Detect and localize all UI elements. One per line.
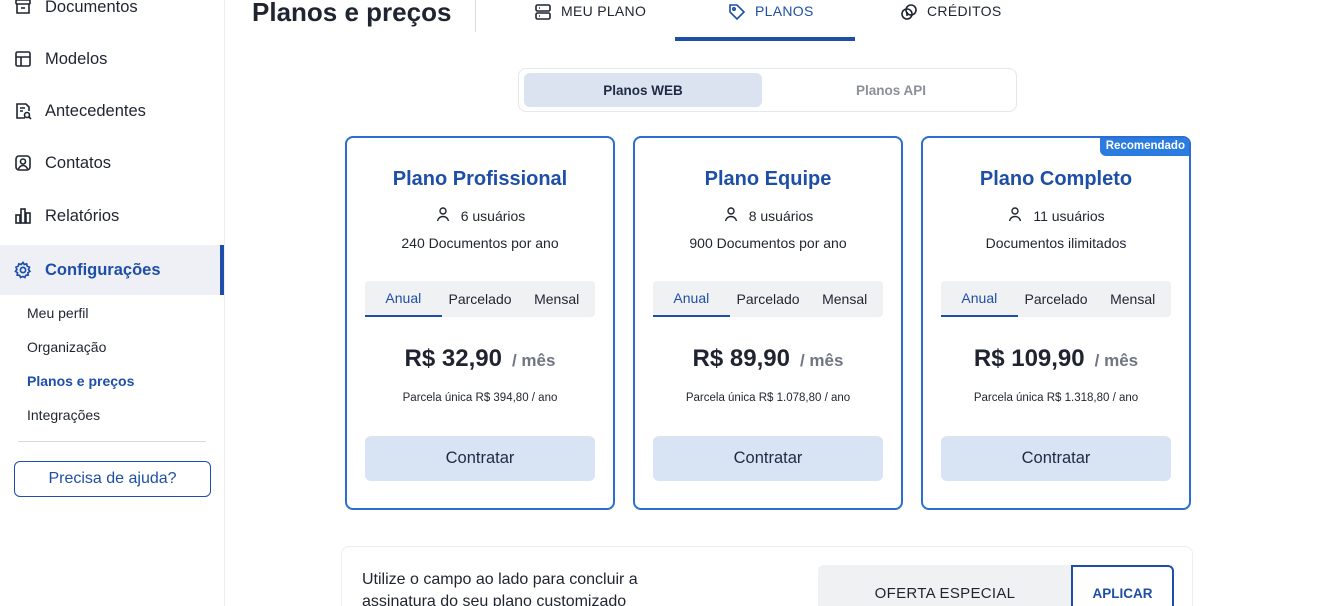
plan-users: 8 usuários [635, 206, 901, 225]
tab-planos[interactable]: PLANOS [727, 0, 814, 40]
period-mensal[interactable]: Mensal [806, 281, 883, 317]
coupon-panel: Utilize o campo ao lado para concluir a … [341, 546, 1193, 606]
period-mensal[interactable]: Mensal [518, 281, 595, 317]
tab-meu-plano[interactable]: MEU PLANO [533, 0, 646, 40]
plan-price: R$ 109,90 / mês [923, 345, 1189, 373]
installment-text: Parcela única R$ 1.078,80 / ano [685, 392, 851, 404]
plan-docs: 900 Documentos por ano [689, 235, 847, 251]
contact-icon [13, 153, 33, 173]
plan-price: R$ 89,90 / mês [635, 345, 901, 373]
period-anual[interactable]: Anual [365, 281, 442, 317]
subitem-planos-e-precos[interactable]: Planos e preços [27, 373, 134, 389]
sidebar-item-documentos[interactable]: Documentos [0, 0, 224, 32]
price-period: / mês [1094, 351, 1139, 370]
installment-text: Parcela única R$ 1.318,80 / ano [973, 392, 1139, 404]
sidebar-item-label: Contatos [45, 153, 112, 172]
layout-icon [13, 49, 33, 69]
bar-chart-icon [13, 206, 33, 226]
coins-icon [899, 3, 927, 25]
plan-users: 6 usuários [347, 206, 613, 225]
tab-label: MEU PLANO [561, 3, 647, 19]
sidebar-item-label: Modelos [45, 49, 108, 68]
price-period: / mês [799, 351, 844, 370]
period-parcelado[interactable]: Parcelado [730, 281, 807, 317]
subitem-organizacao[interactable]: Organização [27, 339, 106, 355]
user-icon [435, 206, 461, 225]
plan-price: R$ 32,90 / mês [347, 345, 613, 373]
plan-docs: Documentos ilimitados [985, 235, 1127, 251]
tab-label: CRÉDITOS [927, 3, 1002, 19]
plan-type-toggle: Planos WEB Planos API [518, 68, 1017, 112]
document-search-icon [13, 101, 33, 121]
plan-name: Plano Profissional [392, 168, 568, 190]
plan-users-text: 6 usuários [460, 207, 526, 224]
sidebar-item-relatorios[interactable]: Relatórios [0, 191, 224, 241]
sidebar-item-modelos[interactable]: Modelos [0, 34, 224, 84]
billing-period-tabs: Anual Parcelado Mensal [653, 281, 883, 317]
sidebar-item-label: Documentos [45, 0, 138, 16]
period-anual[interactable]: Anual [653, 281, 730, 317]
plan-card-profissional: Plano Profissional 6 usuários 240 Docume… [345, 136, 615, 510]
user-icon [1007, 206, 1033, 225]
coupon-description: Utilize o campo ao lado para concluir a … [362, 571, 638, 606]
price-amount: R$ 109,90 [973, 345, 1085, 372]
tag-icon [727, 3, 755, 25]
period-parcelado[interactable]: Parcelado [442, 281, 519, 317]
tab-label: PLANOS [755, 3, 814, 19]
subitem-meu-perfil[interactable]: Meu perfil [27, 305, 88, 321]
sidebar-item-label: Antecedentes [45, 101, 146, 120]
contratar-button[interactable]: Contratar [365, 436, 595, 481]
billing-period-tabs: Anual Parcelado Mensal [941, 281, 1171, 317]
plan-name: Plano Equipe [704, 168, 832, 190]
toggle-planos-api[interactable]: Planos API [772, 73, 1010, 107]
price-period: / mês [511, 351, 556, 370]
installment-text: Parcela única R$ 394,80 / ano [402, 392, 558, 404]
user-icon [723, 206, 749, 225]
sidebar-item-antecedentes[interactable]: Antecedentes [0, 86, 224, 136]
coupon-input[interactable]: OFERTA ESPECIAL [818, 565, 1072, 606]
sidebar-divider [18, 441, 206, 442]
gear-icon [13, 260, 33, 280]
plan-card-completo: Recomendado Plano Completo 11 usuários D… [921, 136, 1191, 510]
title-divider [475, 0, 476, 32]
sidebar: Documentos Modelos Antecedentes Contatos… [0, 0, 225, 606]
active-tab-indicator [675, 37, 855, 41]
tab-creditos[interactable]: CRÉDITOS [899, 0, 1002, 40]
sidebar-item-label: Configurações [45, 260, 161, 279]
price-amount: R$ 89,90 [692, 345, 790, 372]
subitem-integracoes[interactable]: Integrações [27, 407, 100, 423]
help-button[interactable]: Precisa de ajuda? [14, 461, 211, 497]
price-amount: R$ 32,90 [404, 345, 502, 372]
period-anual[interactable]: Anual [941, 281, 1018, 317]
sidebar-item-contatos[interactable]: Contatos [0, 138, 224, 188]
recommended-badge: Recomendado [1099, 138, 1189, 156]
plan-docs: 240 Documentos por ano [401, 235, 559, 251]
plan-name: Plano Completo [979, 168, 1133, 190]
plan-users-text: 11 usuários [1033, 207, 1105, 224]
plan-card-equipe: Plano Equipe 8 usuários 900 Documentos p… [633, 136, 903, 510]
archive-icon [13, 0, 33, 17]
period-parcelado[interactable]: Parcelado [1018, 281, 1095, 317]
plan-users-text: 8 usuários [748, 207, 814, 224]
page-title: Planos e preços [252, 0, 452, 27]
sidebar-item-label: Relatórios [45, 206, 120, 225]
sidebar-item-configuracoes[interactable]: Configurações [0, 245, 224, 295]
billing-period-tabs: Anual Parcelado Mensal [365, 281, 595, 317]
server-icon [533, 3, 561, 25]
contratar-button[interactable]: Contratar [653, 436, 883, 481]
contratar-button[interactable]: Contratar [941, 436, 1171, 481]
apply-button[interactable]: APLICAR [1071, 565, 1174, 606]
period-mensal[interactable]: Mensal [1094, 281, 1171, 317]
toggle-planos-web[interactable]: Planos WEB [524, 73, 762, 107]
plan-users: 11 usuários [923, 206, 1189, 225]
